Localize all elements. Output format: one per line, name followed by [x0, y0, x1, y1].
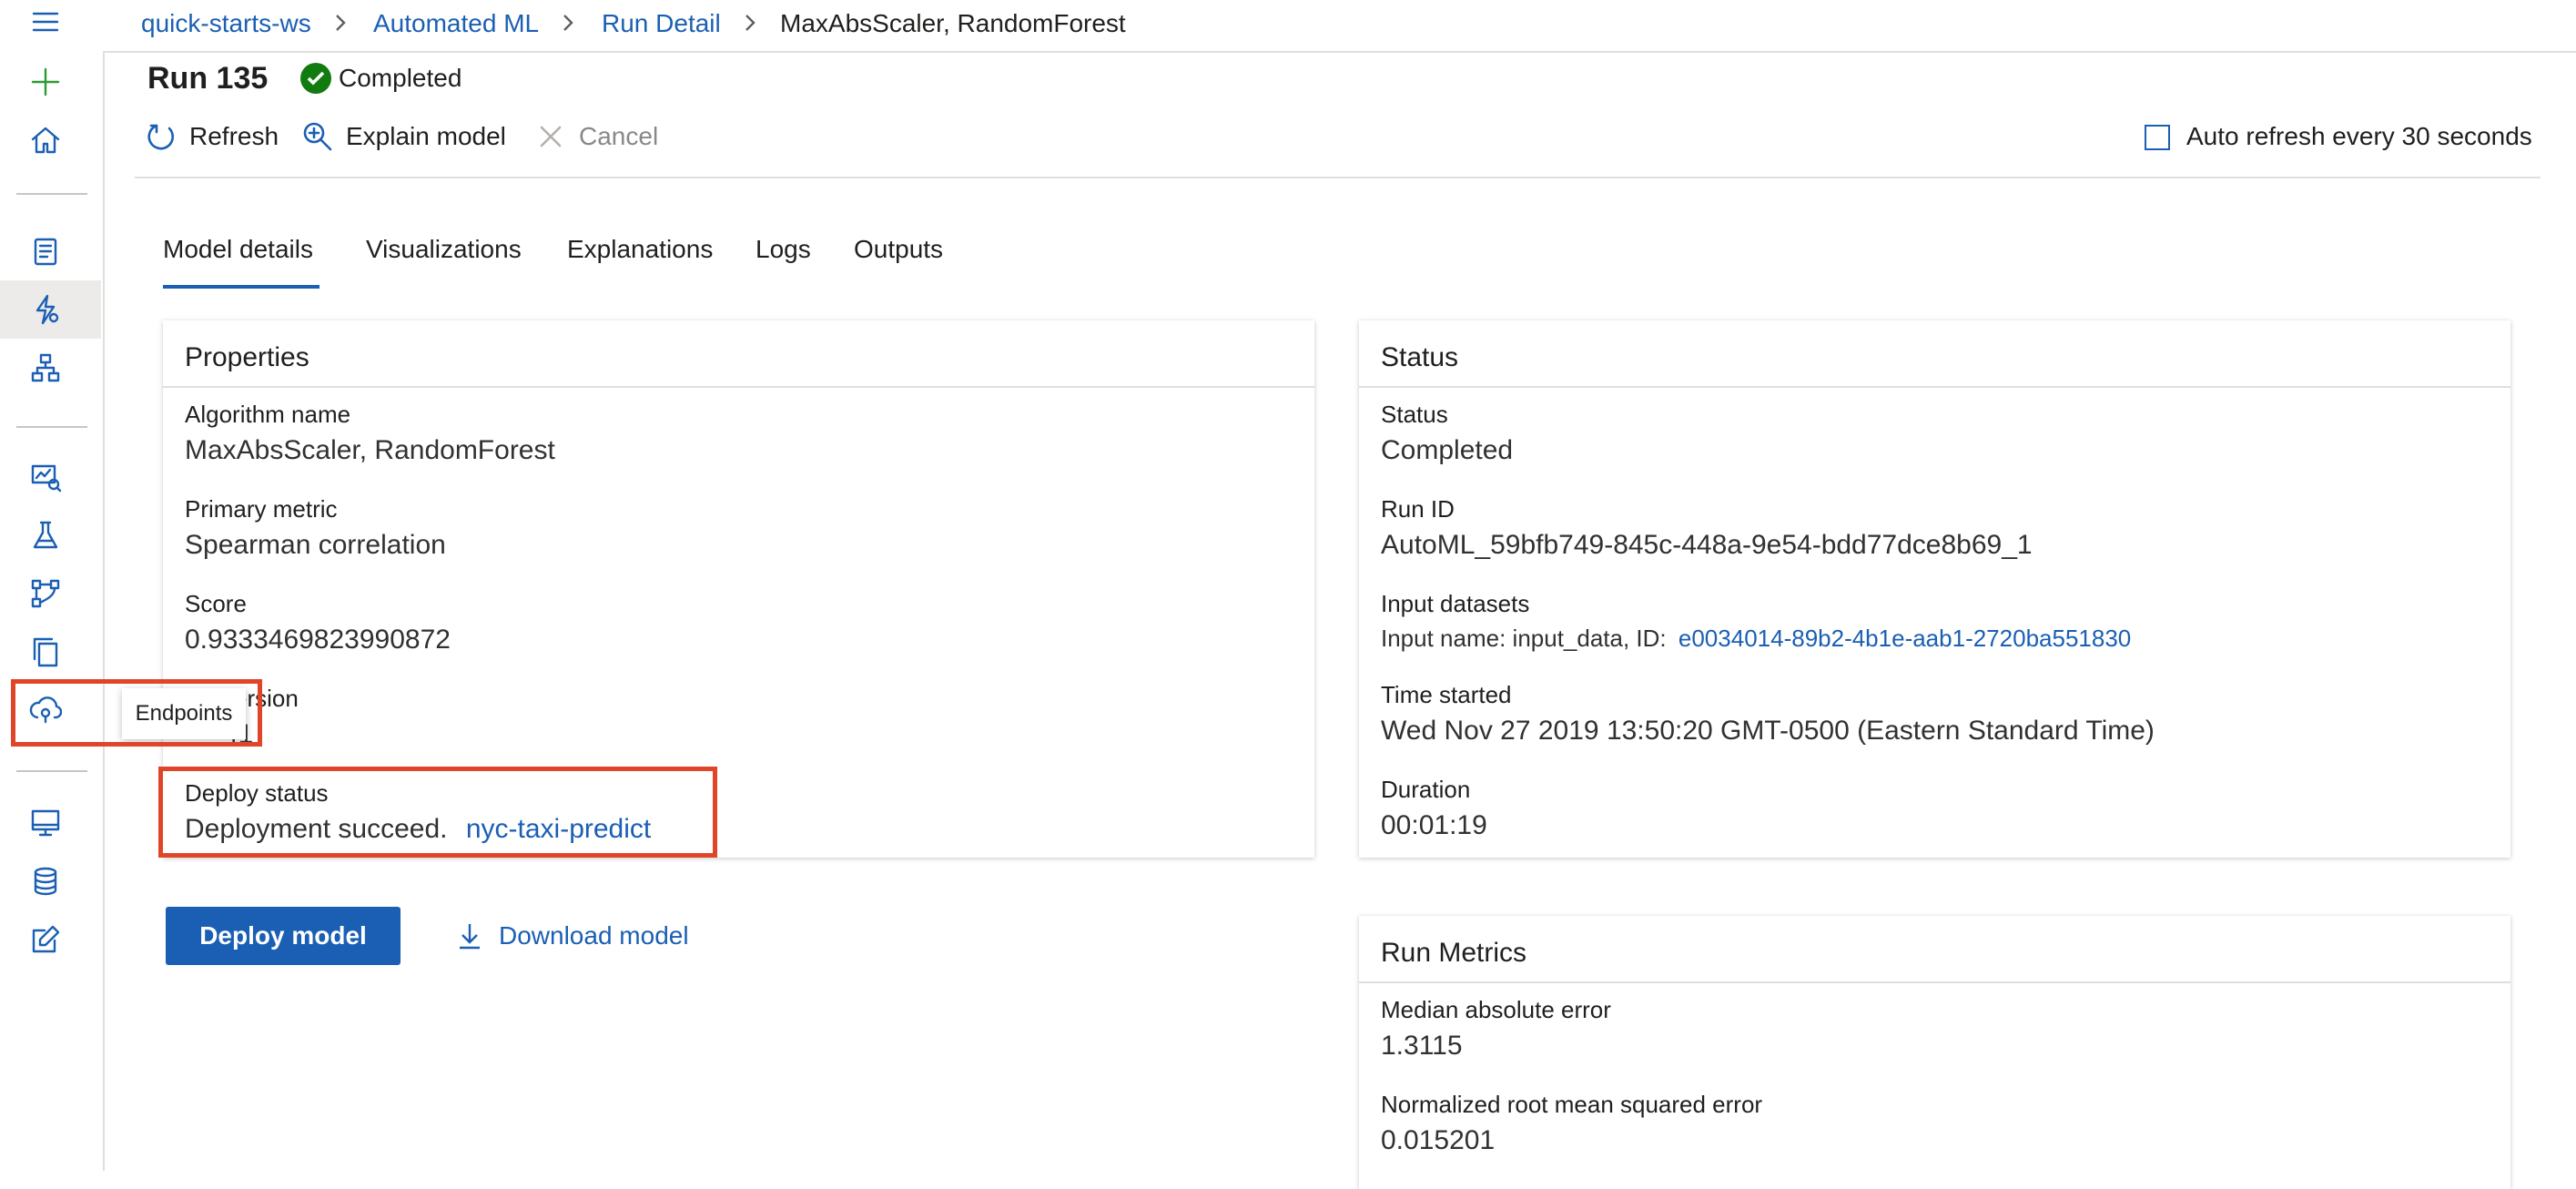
time-started-label: Time started	[1381, 681, 1512, 708]
active-tab-indicator	[163, 285, 319, 289]
mae-label: Median absolute error	[1381, 996, 1611, 1023]
nav-divider	[16, 426, 87, 428]
breadcrumb-current: MaxAbsScaler, RandomForest	[780, 9, 1126, 37]
nav-divider	[16, 193, 87, 195]
nrmse-label: Normalized root mean squared error	[1381, 1091, 1763, 1118]
automl-icon[interactable]	[25, 290, 66, 330]
labeling-icon[interactable]	[25, 920, 66, 960]
tab-visualizations[interactable]: Visualizations	[366, 233, 522, 266]
datastores-icon[interactable]	[25, 861, 66, 901]
status-label: Status	[1381, 401, 1448, 428]
cancel-label: Cancel	[579, 122, 659, 150]
status-card: Status Status Completed Run ID AutoML_59…	[1359, 320, 2510, 858]
card-divider	[1359, 386, 2510, 388]
run-id-label: Run ID	[1381, 495, 1455, 523]
card-title: Properties	[185, 342, 309, 372]
chevron-right-icon	[740, 13, 760, 33]
dataset-name-text: Input name: input_data, ID:	[1381, 625, 1667, 652]
deploy-model-button[interactable]: Deploy model	[166, 907, 401, 965]
card-title: Status	[1381, 342, 1459, 372]
download-model-label: Download model	[499, 921, 689, 950]
breadcrumb-workspace[interactable]: quick-starts-ws	[141, 7, 311, 40]
refresh-icon	[147, 124, 174, 150]
algorithm-value: MaxAbsScaler, RandomForest	[185, 435, 555, 465]
duration-label: Duration	[1381, 776, 1471, 803]
notebook-icon[interactable]	[25, 231, 66, 271]
hamburger-icon[interactable]	[25, 2, 66, 42]
chevron-right-icon	[558, 13, 578, 33]
auto-refresh-label: Auto refresh every 30 seconds	[2186, 122, 2532, 150]
chevron-right-icon	[330, 13, 350, 33]
card-divider	[1359, 981, 2510, 983]
mae-value: 1.3115	[1381, 1031, 1463, 1061]
score-label: Score	[185, 590, 247, 617]
home-icon[interactable]	[25, 120, 66, 160]
refresh-button[interactable]: Refresh	[146, 118, 279, 155]
download-icon	[460, 924, 480, 950]
metric-value: Spearman correlation	[185, 530, 446, 560]
input-datasets-value: Input name: input_data, ID: e0034014-89b…	[1381, 623, 2131, 654]
breadcrumb-automl[interactable]: Automated ML	[373, 7, 539, 40]
check-circle-icon	[300, 63, 331, 94]
page-title: Run 135	[147, 61, 269, 96]
toolbar-divider	[135, 177, 2541, 178]
status-value: Completed	[1381, 435, 1514, 465]
explain-model-label: Explain model	[346, 122, 506, 150]
designer-icon[interactable]	[25, 348, 66, 388]
breadcrumb-run-detail[interactable]: Run Detail	[602, 7, 721, 40]
plus-icon[interactable]	[25, 62, 66, 102]
models-icon[interactable]	[25, 632, 66, 672]
experiments-icon[interactable]	[25, 515, 66, 555]
pipelines-icon[interactable]	[25, 574, 66, 614]
highlight-endpoints	[11, 679, 262, 747]
zoom-in-icon	[303, 122, 332, 151]
nav-divider	[16, 770, 87, 772]
tab-model-details[interactable]: Model details	[163, 233, 313, 266]
input-datasets-label: Input datasets	[1381, 590, 1530, 617]
metric-label: Primary metric	[185, 495, 338, 523]
score-value: 0.9333469823990872	[185, 625, 451, 655]
close-icon	[540, 126, 562, 147]
compute-icon[interactable]	[25, 803, 66, 843]
duration-value: 00:01:19	[1381, 810, 1487, 840]
tab-outputs[interactable]: Outputs	[854, 233, 943, 266]
run-metrics-card: Run Metrics Median absolute error 1.3115…	[1359, 916, 2510, 1189]
highlight-deploy-status	[158, 767, 717, 858]
tab-explanations[interactable]: Explanations	[567, 233, 713, 266]
card-title: Run Metrics	[1381, 938, 1527, 968]
run-id-value: AutoML_59bfb749-845c-448a-9e54-bdd77dce8…	[1381, 530, 2033, 560]
left-nav	[0, 0, 105, 1171]
nrmse-value: 0.015201	[1381, 1125, 1496, 1155]
download-model-button[interactable]: Download model	[457, 914, 689, 958]
auto-refresh-checkbox[interactable]	[2145, 125, 2170, 150]
refresh-label: Refresh	[189, 122, 279, 150]
explain-model-button[interactable]: Explain model	[302, 118, 506, 155]
algorithm-label: Algorithm name	[185, 401, 351, 428]
time-started-value: Wed Nov 27 2019 13:50:20 GMT-0500 (Easte…	[1381, 716, 2155, 746]
card-divider	[163, 386, 1314, 388]
cancel-button[interactable]: Cancel	[535, 118, 658, 155]
status-badge: Completed	[339, 64, 462, 92]
breadcrumb: quick-starts-ws Automated ML Run Detail …	[103, 0, 2576, 53]
datasets-icon[interactable]	[25, 457, 66, 497]
dataset-id-link[interactable]: e0034014-89b2-4b1e-aab1-2720ba551830	[1678, 625, 2131, 652]
tab-logs[interactable]: Logs	[756, 233, 811, 266]
